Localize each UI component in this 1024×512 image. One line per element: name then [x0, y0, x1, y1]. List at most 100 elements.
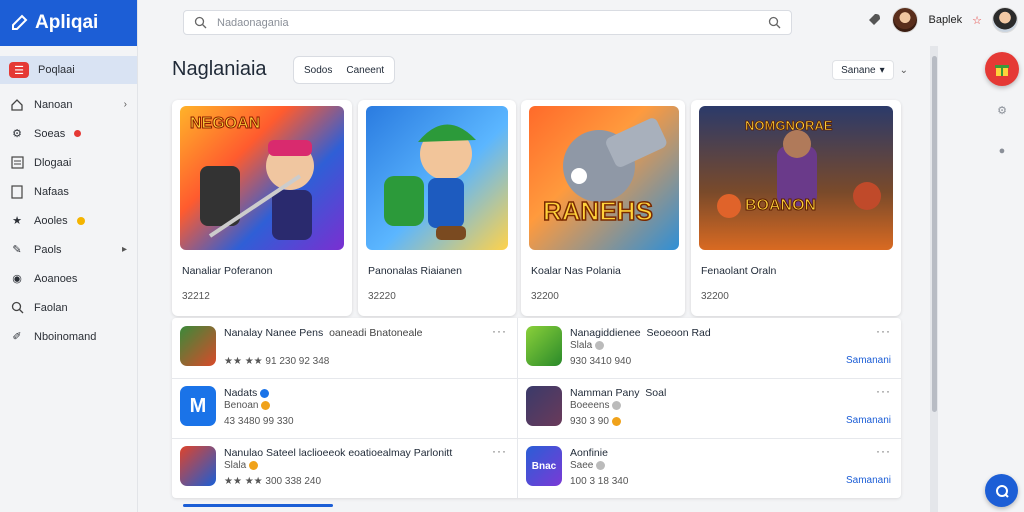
chat-icon: [995, 484, 1009, 498]
game-cover-image: NEGOAN: [180, 106, 344, 250]
rocket-icon[interactable]: [866, 12, 882, 28]
sidebar-item-label: Paols: [34, 243, 62, 256]
segmented-control: Sodos Caneent: [293, 56, 396, 84]
sidebar-item-8[interactable]: Faolan: [0, 293, 137, 322]
sidebar-item-label: Nafaas: [34, 185, 69, 198]
card-title: Nanaliar Poferanon: [182, 265, 273, 277]
more-options-icon[interactable]: ···: [876, 324, 891, 338]
more-options-icon[interactable]: ···: [492, 444, 507, 458]
search-icon: [194, 16, 207, 29]
emoji-icon: [611, 416, 621, 426]
sidebar-item-4[interactable]: Nafaas: [0, 177, 137, 206]
search-input[interactable]: [217, 16, 758, 29]
gift-icon: [995, 65, 1009, 76]
segment-option[interactable]: Sodos: [304, 65, 332, 76]
horizontal-scroll-indicator[interactable]: [183, 504, 333, 507]
app-icon: M: [180, 386, 216, 426]
notification-badge: [74, 130, 82, 137]
sidebar-item-7[interactable]: ◉ Aoanoes: [0, 264, 137, 293]
list-item-subtitle: Boeeens: [570, 400, 622, 411]
app-name: Apliqai: [35, 12, 99, 33]
app-list: Nanalay Nanee Pens oaneadi Bnatoneale ★★…: [172, 318, 901, 498]
list-item-rating: ★★ ★★ 300 338 240: [224, 476, 322, 487]
menu-icon: ☰: [9, 62, 29, 78]
info-icon[interactable]: ●: [993, 142, 1011, 160]
favorite-icon[interactable]: ☆: [972, 14, 982, 27]
list-item[interactable]: M Nadats Benoan 43 3480 99 330: [172, 378, 517, 438]
list-item[interactable]: Nanulao Sateel laclioeeok eoatioealmay P…: [172, 438, 517, 498]
chevron-right-icon: ›: [123, 99, 127, 110]
more-options-icon[interactable]: ···: [492, 324, 507, 338]
sidebar-item-1[interactable]: Nanoan ›: [0, 90, 137, 119]
sidebar-item-9[interactable]: ✐ Nboinomand: [0, 322, 137, 351]
pencil-icon: ✎: [12, 244, 22, 256]
list-item-action[interactable]: Samanani: [846, 475, 891, 486]
sidebar-item-2[interactable]: ⚙ Soeas: [0, 119, 137, 148]
right-rail: [938, 46, 1024, 512]
list-item-rating: 930 3 90: [570, 416, 621, 427]
more-options-icon[interactable]: ···: [876, 444, 891, 458]
status-dot-icon: [612, 400, 622, 410]
list-item[interactable]: Bnac Aonfinie Saee 100 3 18 340 ··· Sama…: [518, 438, 901, 498]
sort-label: Sanane: [841, 64, 876, 76]
avatar[interactable]: [892, 7, 919, 33]
sidebar-item-6[interactable]: ✎ Paols ▸: [0, 235, 137, 264]
svg-text:NOMGNORAE: NOMGNORAE: [745, 118, 833, 133]
list-item-title: Nanulao Sateel laclioeeok eoatioealmay P…: [224, 447, 453, 459]
scrollbar-thumb[interactable]: [932, 56, 937, 412]
search-bar[interactable]: [183, 10, 792, 35]
list-icon: [9, 155, 25, 171]
game-card[interactable]: RANEHS Koalar Nas Polania 32200: [521, 100, 685, 316]
search-submit-icon[interactable]: [768, 16, 781, 29]
secondary-avatar[interactable]: [992, 7, 1018, 33]
list-item-title: Nanalay Nanee Pens oaneadi Bnatoneale: [224, 327, 423, 339]
chevron-down-icon: ▾: [879, 64, 885, 76]
settings-icon[interactable]: ⚙: [993, 101, 1011, 119]
chat-button[interactable]: [985, 474, 1018, 507]
list-item-action[interactable]: Samanani: [846, 355, 891, 366]
top-bar: Baplek ☆: [139, 0, 1024, 46]
sidebar-item-label: Nanoan: [34, 98, 73, 111]
expand-chevron-icon[interactable]: ⌄: [900, 65, 908, 76]
svg-text:BOANON: BOANON: [745, 197, 816, 214]
app-icon: [180, 326, 216, 366]
sidebar-nav: ☰ Poqlaai Nanoan › ⚙ Soeas Dlogaai Nafaa…: [0, 46, 137, 351]
more-options-icon[interactable]: ···: [876, 384, 891, 398]
list-item[interactable]: Nanalay Nanee Pens oaneadi Bnatoneale ★★…: [172, 318, 517, 378]
main-content: Naglaniaia Sodos Caneent Sanane ▾ ⌄ NEGO…: [139, 46, 930, 512]
gear-icon: ⚙: [12, 128, 22, 140]
svg-text:NEGOAN: NEGOAN: [190, 115, 260, 132]
globe-icon: ◉: [12, 273, 22, 285]
sidebar-item-0[interactable]: ☰ Poqlaai: [0, 56, 137, 84]
list-item-title: Namman Pany Soal: [570, 387, 667, 399]
app-icon: [526, 386, 562, 426]
list-item-rating: ★★ ★★ 91 230 92 348: [224, 356, 330, 367]
list-item-rating: 930 3410 940: [570, 356, 632, 367]
emoji-icon: [261, 400, 271, 410]
sort-dropdown[interactable]: Sanane ▾: [832, 60, 894, 80]
pen-icon: ✐: [12, 331, 22, 343]
app-icon: Bnac: [526, 446, 562, 486]
game-card[interactable]: NOMGNORAE BOANON Fenaolant Oraln 32200: [691, 100, 901, 316]
list-item-title: Nadats: [224, 387, 270, 399]
star-icon: ★: [12, 215, 22, 227]
card-meta: 32212: [182, 291, 210, 302]
sidebar-item-5[interactable]: ★ Aooles: [0, 206, 137, 235]
sidebar-item-3[interactable]: Dlogaai: [0, 148, 137, 177]
game-cover-image: NOMGNORAE BOANON: [699, 106, 893, 250]
segment-option[interactable]: Caneent: [346, 65, 384, 76]
gift-button[interactable]: [985, 52, 1019, 86]
card-meta: 32220: [368, 291, 396, 302]
pencil-logo-icon: [12, 14, 28, 30]
sidebar-item-label: Nboinomand: [34, 330, 97, 343]
list-item[interactable]: Namman Pany Soal Boeeens 930 3 90 ··· Sa…: [518, 378, 901, 438]
game-card[interactable]: Panonalas Riaianen 32220: [358, 100, 516, 316]
sidebar-item-label: Poqlaai: [38, 64, 75, 76]
list-item[interactable]: Nanagiddienee Seoeoon Rad Slala 930 3410…: [518, 318, 901, 378]
card-title: Panonalas Riaianen: [368, 265, 462, 277]
username[interactable]: Baplek: [928, 14, 962, 26]
game-card[interactable]: NEGOAN Nanaliar Poferanon 32212: [172, 100, 352, 316]
app-logo[interactable]: Apliqai: [0, 0, 137, 46]
sort-control: Sanane ▾ ⌄: [832, 60, 908, 80]
list-item-action[interactable]: Samanani: [846, 415, 891, 426]
